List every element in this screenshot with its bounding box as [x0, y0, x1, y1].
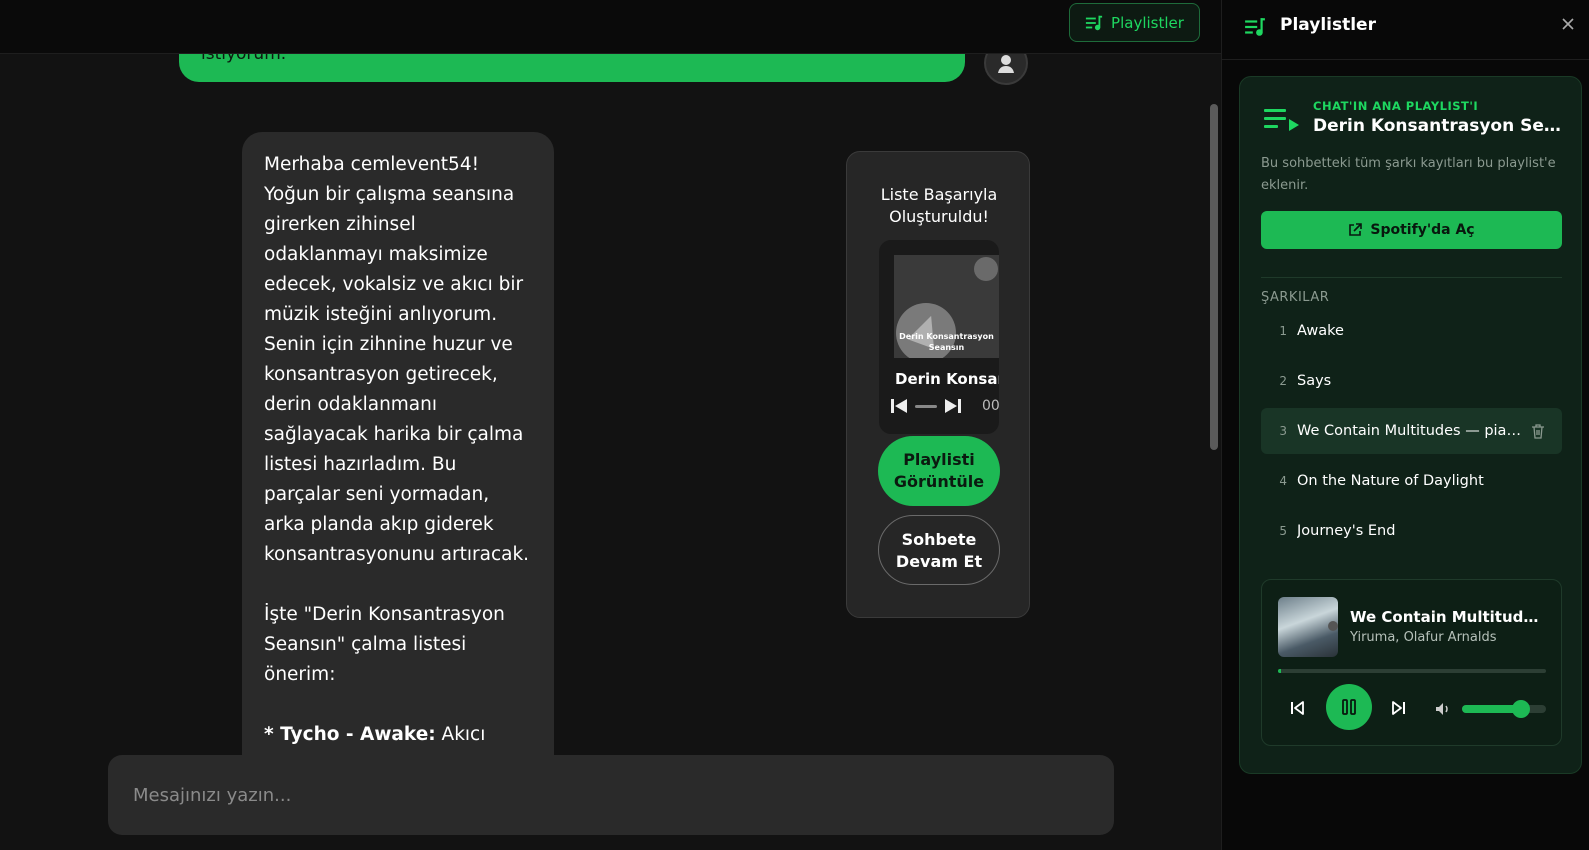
song-title: We Contain Multitudes — piano [1297, 423, 1525, 439]
bot-message-bubble: Merhaba cemlevent54! Yoğun bir çalışma s… [242, 132, 554, 772]
playlists-button[interactable]: Playlistler [1069, 3, 1200, 42]
close-icon[interactable] [1560, 16, 1576, 32]
card-title: Liste Başarıyla Oluşturuldu! [880, 185, 998, 226]
chat-scrollbar[interactable] [1210, 104, 1218, 450]
playlist-icon [1245, 18, 1265, 36]
playlist-created-card: Liste Başarıyla Oluşturuldu! Derin Konsa… [846, 151, 1030, 618]
chat-area: istiyorum. Merhaba cemlevent54! Yoğun bi… [0, 0, 1221, 850]
app-window: istiyorum. Merhaba cemlevent54! Yoğun bi… [0, 0, 1589, 850]
album-art [1278, 597, 1338, 657]
song-number: 1 [1279, 324, 1287, 338]
open-in-spotify-label: Spotify'da Aç [1370, 222, 1475, 238]
skip-forward-icon[interactable] [943, 396, 963, 416]
song-row[interactable]: 2 Says [1261, 358, 1562, 404]
volume-slider[interactable] [1462, 700, 1546, 718]
now-playing-artist: Yiruma, Ólafur Arnalds [1350, 630, 1497, 645]
mini-player-time: 00:00 [982, 398, 999, 414]
mini-progress-bar[interactable] [915, 404, 937, 408]
now-playing-panel: We Contain Multitudes — piano Yiruma, Ól… [1261, 579, 1562, 746]
divider [1261, 277, 1562, 278]
view-playlist-button[interactable]: Playlisti Görüntüle [878, 436, 1000, 506]
previous-track-icon[interactable] [1287, 698, 1307, 718]
song-title: Says [1297, 373, 1332, 389]
trash-icon[interactable] [1530, 423, 1546, 439]
open-in-spotify-button[interactable]: Spotify'da Aç [1261, 211, 1562, 249]
external-link-icon [1349, 223, 1363, 236]
now-playing-title: We Contain Multitudes — piano [1350, 608, 1540, 626]
playlist-icon [1085, 15, 1103, 30]
song-number: 5 [1279, 524, 1287, 538]
panel-header: Playlistler [1222, 0, 1589, 60]
top-bar: Playlistler [0, 0, 1221, 54]
song-row[interactable]: 5 Journey's End [1261, 508, 1562, 554]
song-number: 3 [1279, 424, 1287, 438]
panel-title: Playlistler [1280, 15, 1376, 35]
skip-back-icon[interactable] [889, 396, 909, 416]
playlists-panel: Playlistler CHAT'IN ANA PLAYLIST'I Derin… [1221, 0, 1589, 850]
pause-icon [1342, 699, 1356, 715]
message-input[interactable] [108, 755, 1114, 835]
song-number: 2 [1279, 374, 1287, 388]
song-title: Journey's End [1297, 523, 1396, 539]
song-row[interactable]: 4 On the Nature of Daylight [1261, 458, 1562, 504]
playback-progress-fill [1278, 669, 1281, 673]
playlist-subtitle: CHAT'IN ANA PLAYLIST'I [1313, 99, 1479, 113]
song-title: Awake [1297, 323, 1344, 339]
songs-section-label: ŞARKILAR [1261, 290, 1330, 305]
main-playlist-card: CHAT'IN ANA PLAYLIST'I Derin Konsantrasy… [1239, 76, 1582, 774]
pause-button[interactable] [1326, 684, 1372, 730]
continue-chat-button[interactable]: Sohbete Devam Et [878, 515, 1000, 585]
song-number: 4 [1279, 474, 1287, 488]
message-input-container [108, 755, 1114, 835]
playlists-button-label: Playlistler [1111, 13, 1184, 32]
playlist-cover-art: Derin Konsantrasyon Seansın [894, 255, 999, 358]
volume-knob[interactable] [1511, 700, 1530, 718]
bot-message-paragraph: İşte "Derin Konsantrasyon Seansın" çalma… [264, 604, 505, 685]
song-row-active[interactable]: 3 We Contain Multitudes — piano [1261, 408, 1562, 454]
mini-player-name: Derin Konsantrasyon Seansın [895, 370, 999, 388]
queue-play-icon [1264, 109, 1299, 131]
cover-art-text: Derin Konsantrasyon Seansın [899, 332, 994, 352]
playback-progress-bar[interactable] [1278, 669, 1546, 673]
volume-icon[interactable] [1434, 700, 1452, 718]
bot-message-paragraph: Merhaba cemlevent54! Yoğun bir çalışma s… [264, 154, 530, 565]
mini-player: Derin Konsantrasyon Seansın Derin Konsan… [879, 240, 999, 434]
next-track-icon[interactable] [1389, 698, 1409, 718]
track-name-bold: * Tycho - Awake: [264, 724, 436, 745]
playlist-name: Derin Konsantrasyon Seansın [1313, 116, 1565, 136]
avatar-icon [998, 55, 1014, 73]
song-title: On the Nature of Daylight [1297, 473, 1484, 489]
playlist-description: Bu sohbetteki tüm şarkı kayıtları bu pla… [1261, 156, 1556, 193]
mini-player-controls [889, 396, 963, 416]
song-row[interactable]: 1 Awake [1261, 308, 1562, 354]
